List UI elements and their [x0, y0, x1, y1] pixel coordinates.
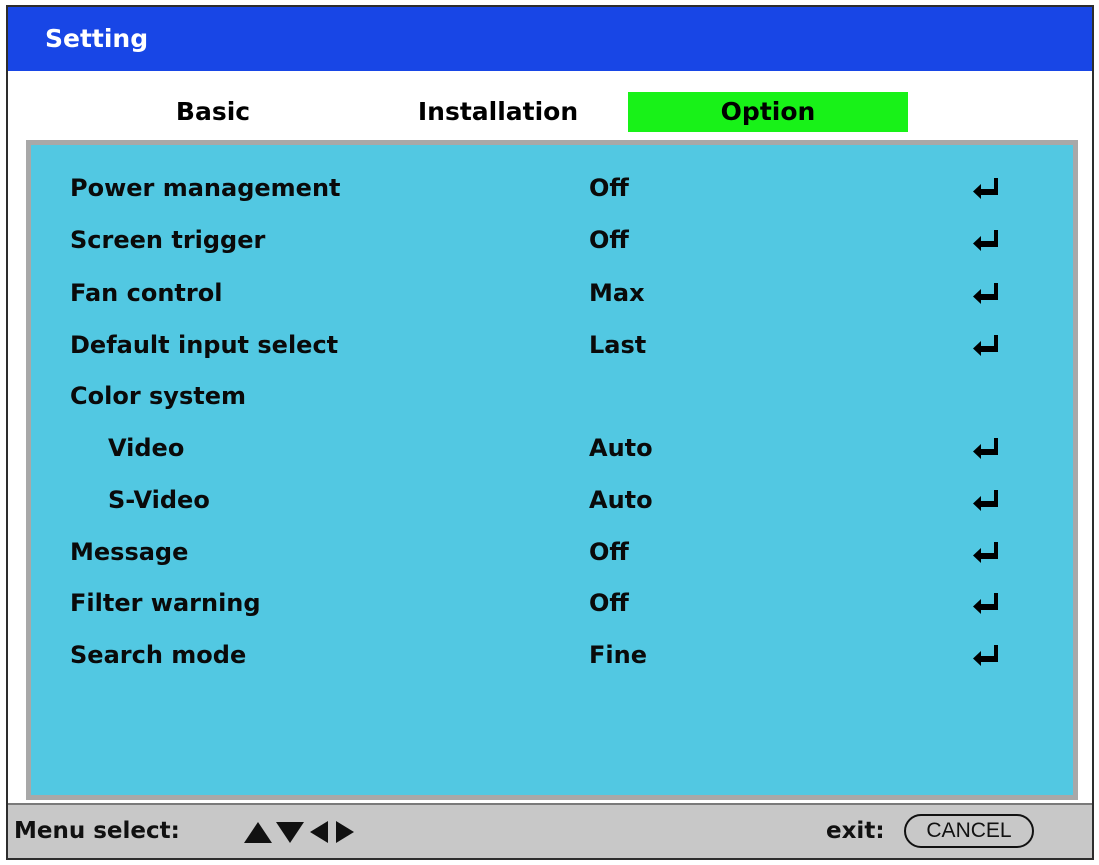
enter-icon[interactable] [971, 176, 1001, 200]
setting-label: Power management [70, 174, 341, 202]
tab-installation[interactable]: Installation [403, 92, 593, 132]
setting-label: Video [108, 434, 185, 462]
setting-group-label: Color system [70, 382, 246, 410]
arrow-keys-icon [244, 821, 354, 843]
setting-label: S-Video [108, 486, 210, 514]
setting-label: Filter warning [70, 589, 261, 617]
setting-label: Search mode [70, 641, 247, 669]
enter-icon[interactable] [971, 281, 1001, 305]
setting-value: Max [589, 279, 645, 307]
window-title: Setting [8, 7, 1092, 71]
setting-row-default-input-select[interactable]: Default input select Last [31, 322, 1073, 368]
setting-label: Default input select [70, 331, 339, 359]
setting-value: Auto [589, 434, 653, 462]
enter-icon[interactable] [971, 436, 1001, 460]
enter-icon[interactable] [971, 540, 1001, 564]
menu-select-label: Menu select: [14, 818, 180, 844]
setting-label: Screen trigger [70, 226, 266, 254]
setting-row-search-mode[interactable]: Search mode Fine [31, 632, 1073, 678]
enter-icon[interactable] [971, 643, 1001, 667]
cancel-button[interactable]: CANCEL [904, 814, 1034, 848]
enter-icon[interactable] [971, 591, 1001, 615]
footer-bar: Menu select: exit: CANCEL [8, 803, 1092, 858]
tab-bar: Basic Installation Option [8, 71, 1092, 137]
setting-value: Off [589, 226, 629, 254]
setting-row-fan-control[interactable]: Fan control Max [31, 270, 1073, 316]
setting-row-message[interactable]: Message Off [31, 529, 1073, 575]
tab-option[interactable]: Option [628, 92, 908, 132]
setting-row-screen-trigger[interactable]: Screen trigger Off [31, 217, 1073, 263]
setting-label: Message [70, 538, 189, 566]
setting-value: Off [589, 589, 629, 617]
settings-window: Setting Basic Installation Option Power … [6, 5, 1094, 860]
setting-label: Fan control [70, 279, 223, 307]
tab-basic[interactable]: Basic [158, 92, 268, 132]
setting-value: Off [589, 538, 629, 566]
enter-icon[interactable] [971, 333, 1001, 357]
enter-icon[interactable] [971, 488, 1001, 512]
setting-group-color-system: Color system [31, 373, 1073, 419]
setting-value: Auto [589, 486, 653, 514]
setting-value: Last [589, 331, 647, 359]
enter-icon[interactable] [971, 228, 1001, 252]
setting-value: Fine [589, 641, 647, 669]
setting-row-filter-warning[interactable]: Filter warning Off [31, 580, 1073, 626]
setting-row-power-management[interactable]: Power management Off [31, 165, 1073, 211]
setting-value: Off [589, 174, 629, 202]
exit-label: exit: [826, 818, 885, 844]
setting-row-video[interactable]: Video Auto [31, 425, 1073, 471]
option-settings-panel: Power management Off Screen trigger Off … [26, 140, 1078, 800]
setting-row-s-video[interactable]: S-Video Auto [31, 477, 1073, 523]
